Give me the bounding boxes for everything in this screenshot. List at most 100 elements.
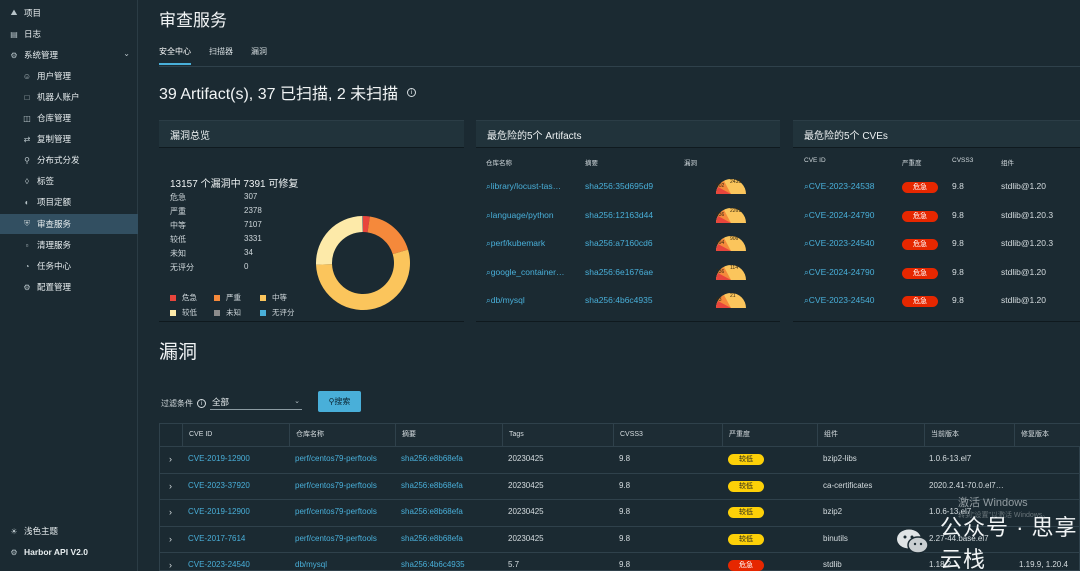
cves-title: 最危险的5个 CVEs — [793, 121, 1080, 148]
cell-digest[interactable]: sha256:e8b68efa — [401, 534, 463, 543]
expand-row-icon[interactable]: › — [169, 560, 172, 570]
sidebar-item-admin[interactable]: ⚙ 系统管理 ⌄ — [0, 45, 138, 65]
component: stdlib@1.20 — [1001, 181, 1047, 191]
sidebar-item-registry[interactable]: ◫ 仓库管理 — [0, 108, 138, 128]
sidebar-item-projects[interactable]: ⛰ 项目 — [0, 3, 138, 23]
filter-select[interactable]: 全部 ⌄ — [210, 394, 302, 410]
artifact-repo-link[interactable]: ⌕language/python — [486, 210, 554, 221]
cell-repo[interactable]: perf/centos79-perftools — [295, 481, 377, 490]
severity-badge: 较低 — [728, 533, 764, 545]
expand-row-icon[interactable]: › — [169, 481, 172, 491]
artifact-digest-link[interactable]: sha256:a7160cd6 — [585, 238, 653, 248]
search-button[interactable]: ⚲ 搜索 — [318, 391, 361, 412]
col-header: CVE ID — [804, 157, 826, 164]
sidebar-item-interrogation[interactable]: ⛨ 审查服务 — [0, 214, 138, 234]
theme-toggle[interactable]: ☀ 浅色主题 — [0, 521, 138, 541]
artifact-repo-link[interactable]: ⌕google_container… — [486, 267, 564, 278]
legend-critical: 危急 — [170, 292, 197, 303]
expand-row-icon[interactable]: › — [169, 454, 172, 464]
sidebar-item-jobs[interactable]: ◔ 任务中心 — [0, 256, 138, 276]
gauge-label: 902 — [716, 183, 725, 189]
cvss-score: 9.8 — [952, 238, 964, 248]
sidebar-item-distribution[interactable]: ⚲ 分布式分发 — [0, 150, 138, 170]
gauge-label: 43 — [716, 297, 722, 303]
wechat-icon — [896, 528, 930, 556]
overview-card: 漏洞总览 13157 个漏洞中 7391 可修复 危急 307 严重 2378 中等… — [159, 120, 464, 321]
cve-link[interactable]: ⌕CVE-2023-24540 — [804, 238, 874, 249]
artifact-repo-link[interactable]: ⌕library/locust-tas… — [486, 181, 561, 192]
col-header: 仓库名称 — [486, 160, 512, 167]
robot-icon: □ — [24, 92, 30, 102]
logs-icon: ▤ — [10, 29, 18, 39]
sidebar-item-replication[interactable]: ⇄ 复制管理 — [0, 129, 138, 149]
cell-digest[interactable]: sha256:e8b68efa — [401, 454, 463, 463]
info-icon[interactable]: i — [407, 87, 417, 97]
overview-row: 严重 2378 — [170, 206, 262, 216]
cell-comp: stdlib — [823, 560, 842, 569]
sidebar-item-users[interactable]: ☺ 用户管理 — [0, 66, 138, 86]
sidebar-item-gc[interactable]: ▫ 清理服务 — [0, 235, 138, 255]
severity-badge: 危急 — [902, 296, 938, 307]
donut-slice-1 — [367, 216, 409, 255]
chevron-down-icon[interactable]: ⌄ — [123, 49, 130, 58]
cell-repo[interactable]: perf/centos79-perftools — [295, 507, 377, 516]
cell-tag: 20230425 — [508, 533, 544, 543]
sidebar-item-config[interactable]: ⚙ 配置管理 — [0, 277, 138, 297]
api-icon: ⚙ — [10, 547, 18, 557]
expand-row-icon[interactable]: › — [169, 534, 172, 544]
cell-id[interactable]: CVE-2019-12900 — [188, 454, 250, 463]
cell-repo[interactable]: perf/centos79-perftools — [295, 454, 377, 463]
cell-digest[interactable]: sha256:e8b68efa — [401, 481, 463, 490]
cell-digest[interactable]: sha256:e8b68efa — [401, 507, 463, 516]
artifact-digest-link[interactable]: sha256:35d695d9 — [585, 181, 653, 191]
severity-badge: 较低 — [728, 507, 764, 518]
tab-scanners[interactable]: 扫描器 — [209, 46, 233, 65]
cell-digest[interactable]: sha256:4b6c4935 — [401, 560, 465, 569]
artifact-digest-link[interactable]: sha256:4b6c4935 — [585, 295, 653, 305]
overview-row: 危急 307 — [170, 192, 258, 202]
cve-link[interactable]: ⌕CVE-2023-24540 — [804, 295, 874, 306]
artifact-digest-link[interactable]: sha256:12163d44 — [585, 210, 653, 220]
cve-link[interactable]: ⌕CVE-2024-24790 — [804, 267, 874, 278]
artifact-repo-link[interactable]: ⌕perf/kubemark — [486, 238, 545, 249]
cve-link[interactable]: ⌕CVE-2023-24538 — [804, 181, 874, 192]
cell-id[interactable]: CVE-2019-12900 — [188, 507, 250, 516]
col-header: CVSS3 — [952, 157, 974, 164]
sidebar-item-labels[interactable]: ◊ 标签 — [0, 171, 138, 191]
cell-comp: bzip2-libs — [823, 454, 857, 463]
artifact-digest-link[interactable]: sha256:6e1676ae — [585, 267, 653, 277]
tab-vulnerabilities[interactable]: 漏洞 — [251, 46, 267, 65]
sidebar-item-robot[interactable]: □ 机器人账户 — [0, 87, 138, 107]
cell-id[interactable]: CVE-2023-37920 — [188, 481, 250, 490]
gauge-label: 936 — [716, 211, 725, 218]
cell-repo[interactable]: perf/centos79-perftools — [295, 534, 377, 543]
expand-row-icon[interactable]: › — [169, 507, 172, 517]
top-artifacts-card: 最危险的5个 Artifacts 仓库名称 摘要 漏洞 ⌕library/loc… — [476, 120, 780, 321]
donut-slice-3 — [316, 216, 363, 265]
cell-cur: 2020.2.41-70.0.el7… — [929, 480, 1004, 490]
sidebar-item-quotas[interactable]: ◐ 项目定额 — [0, 192, 138, 212]
chevron-down-icon: ⌄ — [294, 398, 300, 405]
col-header: 当前版本 — [924, 424, 1014, 446]
api-link[interactable]: ⚙ Harbor API V2.0 — [0, 542, 138, 562]
severity-badge: 较低 — [728, 480, 764, 492]
legend-low: 较低 — [170, 307, 197, 318]
severity-badge: 危急 — [902, 267, 938, 279]
page-title: 审查服务 — [159, 11, 227, 30]
gauge-label: 114 — [730, 264, 738, 271]
tab-security-hub[interactable]: 安全中心 — [159, 46, 191, 65]
gear-icon: ⚙ — [23, 282, 31, 292]
artifact-repo-link[interactable]: ⌕db/mysql — [486, 295, 525, 306]
cell-repo[interactable]: db/mysql — [295, 560, 327, 569]
legend-swatch — [214, 294, 220, 301]
info-icon[interactable]: i — [197, 399, 206, 408]
cvss-score: 9.8 — [952, 295, 964, 305]
sun-icon: ☀ — [10, 526, 18, 536]
cell-id[interactable]: CVE-2023-24540 — [188, 560, 250, 569]
artifact-summary-text: 39 Artifact(s), 37 已扫描, 2 未扫描 — [159, 86, 399, 103]
sidebar-item-logs[interactable]: ▤ 日志 — [0, 24, 138, 44]
quota-icon: ◐ — [24, 197, 30, 207]
cve-link[interactable]: ⌕CVE-2024-24790 — [804, 210, 874, 221]
cell-id[interactable]: CVE-2017-7614 — [188, 534, 245, 543]
overview-row: 中等 7107 — [170, 220, 262, 230]
